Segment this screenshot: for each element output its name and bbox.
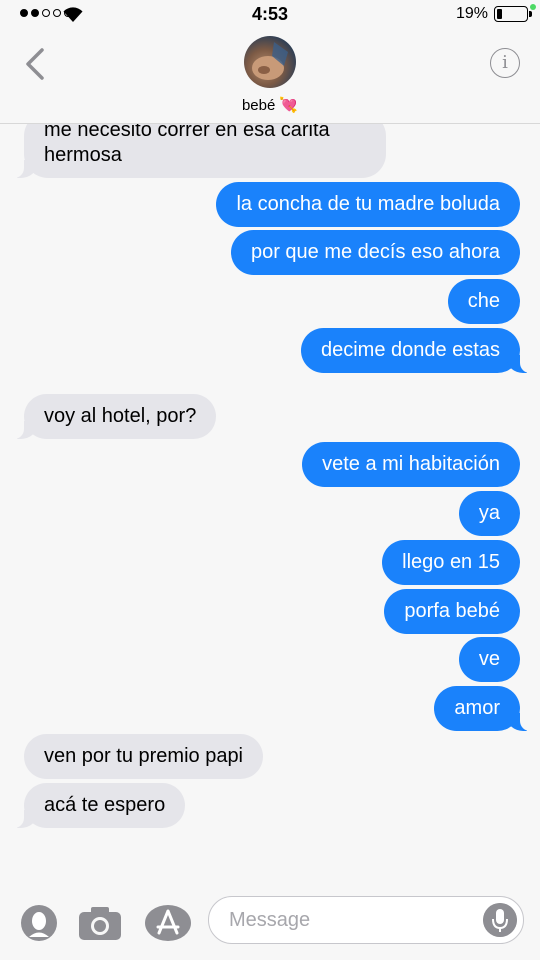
message-sent[interactable]: la concha de tu madre boluda xyxy=(216,182,520,227)
message-sent[interactable]: ya xyxy=(458,491,520,536)
charging-indicator xyxy=(530,4,536,10)
app-store-icon[interactable] xyxy=(144,904,192,942)
message-input[interactable]: Message xyxy=(208,896,524,944)
message-text: por que me decís eso ahora xyxy=(250,241,500,263)
message-sent[interactable]: amor xyxy=(434,686,533,731)
info-icon[interactable]: i xyxy=(490,48,520,78)
message-sent[interactable]: porfa bebé xyxy=(384,589,520,634)
message-thread[interactable]: me necesito correr en esa carita hermosa… xyxy=(0,0,540,960)
message-received[interactable]: acá te espero xyxy=(11,783,186,828)
message-received[interactable]: voy al hotel, por? xyxy=(11,394,217,439)
message-placeholder: Message xyxy=(229,909,311,931)
compose-bar: Message xyxy=(0,886,540,960)
bubble-tail xyxy=(507,713,533,731)
message-text: llego en 15 xyxy=(402,551,500,573)
message-sent[interactable]: vete a mi habitación xyxy=(302,442,520,487)
battery-percent: 19% xyxy=(455,5,488,22)
message-sent[interactable]: llego en 15 xyxy=(382,540,520,585)
conversation-header: bebé 💘 i xyxy=(0,28,540,124)
microphone-icon[interactable] xyxy=(483,903,517,937)
message-text: voy al hotel, por? xyxy=(44,405,197,427)
message-text: porfa bebé xyxy=(404,600,500,622)
message-text: ya xyxy=(478,502,500,524)
message-text: vete a mi habitación xyxy=(322,453,500,475)
battery-level xyxy=(497,9,503,19)
message-sent[interactable]: ve xyxy=(458,637,520,682)
bubble-tail xyxy=(11,810,37,828)
status-bar: 4:53 19% xyxy=(0,0,540,28)
message-received[interactable]: ven por tu premio papi xyxy=(24,734,264,779)
message-text: ve xyxy=(478,648,500,670)
camera-icon[interactable] xyxy=(78,904,122,942)
message-sent[interactable]: che xyxy=(447,279,520,324)
bubble-tail xyxy=(11,160,37,178)
message-text: acá te espero xyxy=(44,794,166,816)
message-text: che xyxy=(467,290,500,312)
message-text: ven por tu premio papi xyxy=(44,745,244,767)
contact-name-label[interactable]: bebé 💘 xyxy=(0,96,540,114)
message-text: la concha de tu madre boluda xyxy=(236,193,500,215)
battery-icon xyxy=(494,6,532,22)
avatar-photo xyxy=(252,42,288,80)
message-text: hermosa xyxy=(44,144,122,166)
bubble-tail xyxy=(507,355,533,373)
message-sent[interactable]: decime donde estas xyxy=(300,328,533,373)
bubble-tail xyxy=(11,421,37,439)
contact-name: bebé xyxy=(241,97,276,114)
contact-avatar[interactable] xyxy=(244,36,296,88)
chevron-left-icon[interactable] xyxy=(18,44,52,84)
message-text: decime donde estas xyxy=(320,339,500,361)
message-sent[interactable]: por que me decís eso ahora xyxy=(230,230,520,275)
heart-arrow-icon: 💘 xyxy=(279,97,299,114)
memoji-icon[interactable] xyxy=(20,904,58,942)
message-text: amor xyxy=(454,697,500,719)
